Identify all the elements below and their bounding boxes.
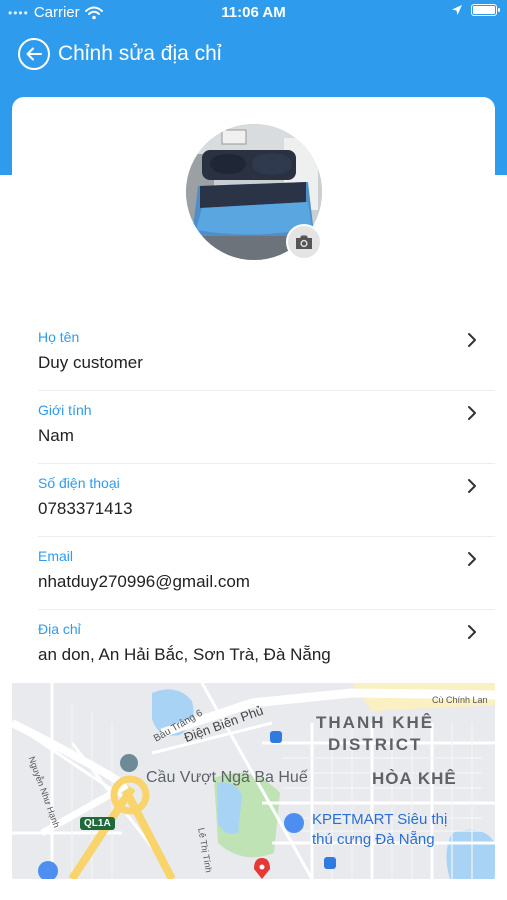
field-label: Địa chỉ [38, 621, 81, 637]
chevron-right-icon [468, 479, 476, 493]
ward-label: HÒA KHÊ [372, 769, 457, 788]
profile-card: Họ tên Duy customer Giới tính Nam Số điệ… [12, 97, 495, 887]
chevron-right-icon [468, 406, 476, 420]
field-label: Họ tên [38, 329, 80, 345]
field-value: an don, An Hải Bắc, Sơn Trà, Đà Nẵng [38, 645, 331, 664]
field-value: nhatduy270996@gmail.com [38, 572, 250, 591]
field-row-phone[interactable]: Số điện thoại 0783371413 [38, 464, 495, 537]
field-value: Duy customer [38, 353, 143, 372]
field-row-gender[interactable]: Giới tính Nam [38, 391, 495, 464]
page-title: Chỉnh sửa địa chỉ [58, 42, 222, 65]
field-row-address[interactable]: Địa chỉ an don, An Hải Bắc, Sơn Trà, Đà … [38, 610, 495, 683]
status-bar: •••• Carrier 11:06 AM [0, 0, 507, 28]
address-map[interactable]: QL1A Bàu Trảng 6 Điện Biên Phủ Nguyễn Nh… [12, 683, 495, 879]
back-button[interactable] [18, 38, 50, 70]
field-value: Nam [38, 426, 74, 445]
nav-bar: Chỉnh sửa địa chỉ [18, 38, 221, 70]
change-photo-button[interactable] [286, 224, 322, 260]
location-arrow-icon [452, 5, 462, 15]
field-row-email[interactable]: Email nhatduy270996@gmail.com [38, 537, 495, 610]
shop-label: KPETMART Siêu thị [312, 811, 448, 828]
shop-label: thú cưng Đà Nẵng [312, 831, 435, 848]
chevron-right-icon [468, 333, 476, 347]
road-badge: QL1A [80, 817, 115, 830]
field-label: Giới tính [38, 402, 92, 418]
chevron-right-icon [468, 552, 476, 566]
avatar-container [186, 124, 322, 260]
district-label: THANH KHÊ [316, 713, 435, 732]
battery-icon [471, 4, 500, 16]
arrow-left-icon [26, 47, 42, 61]
chevron-right-icon [468, 625, 476, 639]
district-label: DISTRICT [328, 735, 423, 754]
field-label: Số điện thoại [38, 475, 120, 491]
status-time: 11:06 AM [221, 4, 286, 21]
landmark-label: Cầu Vượt Ngã Ba Huế [146, 769, 308, 786]
field-value: 0783371413 [38, 499, 133, 518]
field-label: Email [38, 548, 74, 564]
camera-icon [296, 235, 312, 249]
field-row-name[interactable]: Họ tên Duy customer [38, 318, 495, 391]
street-label: Cù Chính Lan [432, 695, 488, 705]
